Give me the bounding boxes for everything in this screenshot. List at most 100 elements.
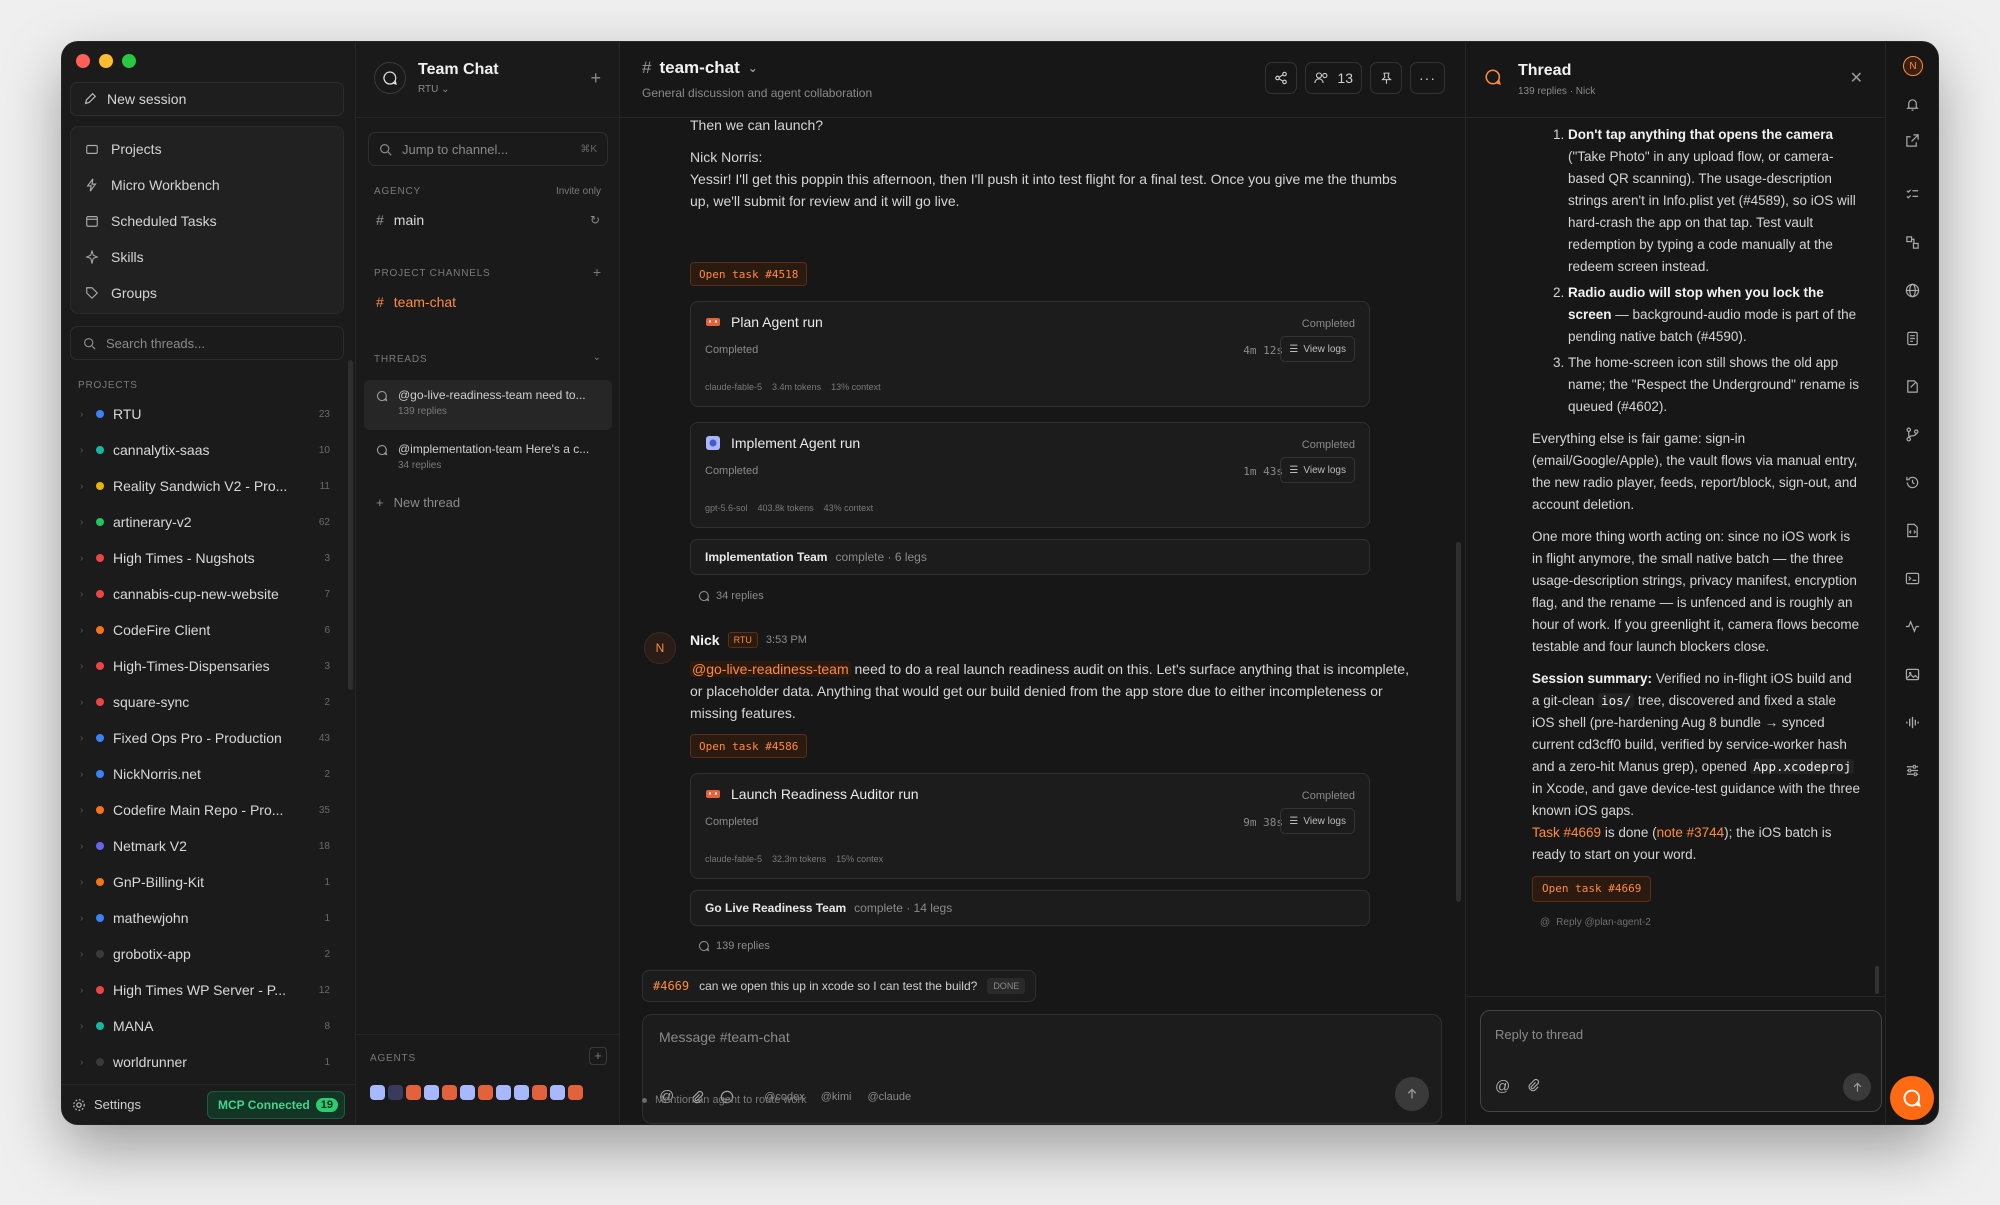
- project-item[interactable]: › Fixed Ops Pro - Production 43: [70, 720, 344, 756]
- chevron-down-icon[interactable]: ⌄: [593, 352, 601, 363]
- settings-link[interactable]: Settings: [94, 1097, 141, 1112]
- chevron-right-icon[interactable]: ›: [80, 481, 92, 492]
- refresh-icon[interactable]: ↻: [590, 213, 600, 227]
- project-item[interactable]: › NickNorris.net 2: [70, 756, 344, 792]
- project-item[interactable]: › grobotix-app 2: [70, 936, 344, 972]
- agent-avatar[interactable]: [550, 1085, 565, 1100]
- thread-item[interactable]: @implementation-team Here's a c... 34 re…: [364, 434, 612, 484]
- thread-item[interactable]: @go-live-readiness-team need to... 139 r…: [364, 380, 612, 430]
- add-channel-icon[interactable]: +: [593, 264, 601, 280]
- send-reply-button[interactable]: [1843, 1073, 1871, 1101]
- project-item[interactable]: › RTU 23: [70, 396, 344, 432]
- chevron-right-icon[interactable]: ›: [80, 949, 92, 960]
- close-icon[interactable]: ✕: [1850, 68, 1863, 88]
- nav-item-skills[interactable]: Skills: [71, 239, 343, 275]
- chat-fab-button[interactable]: [1890, 1076, 1934, 1120]
- chevron-right-icon[interactable]: ›: [80, 769, 92, 780]
- project-item[interactable]: › cannalytix-saas 10: [70, 432, 344, 468]
- share-button[interactable]: [1265, 62, 1298, 94]
- chevron-right-icon[interactable]: ›: [80, 877, 92, 888]
- document-icon[interactable]: [1902, 328, 1922, 348]
- replies-link[interactable]: 139 replies: [698, 940, 770, 952]
- team-summary[interactable]: Go Live Readiness Team complete · 14 leg…: [690, 890, 1370, 926]
- task-link[interactable]: Task #4669: [1532, 825, 1601, 840]
- user-avatar[interactable]: N: [1903, 56, 1923, 76]
- paperclip-icon[interactable]: [1526, 1078, 1540, 1095]
- replies-link[interactable]: 34 replies: [698, 590, 764, 602]
- open-task-button[interactable]: Open task #4586: [690, 734, 808, 758]
- at-icon[interactable]: @: [1495, 1078, 1510, 1095]
- project-item[interactable]: › CodeFire Client 6: [70, 612, 344, 648]
- close-window-button[interactable]: [76, 54, 90, 68]
- nav-item-micro-workbench[interactable]: Micro Workbench: [71, 167, 343, 203]
- maximize-window-button[interactable]: [122, 54, 136, 68]
- project-item[interactable]: › MANA 8: [70, 1008, 344, 1044]
- gear-icon[interactable]: [72, 1098, 86, 1112]
- chevron-right-icon[interactable]: ›: [80, 517, 92, 528]
- project-item[interactable]: › Codefire Main Repo - Pro... 35: [70, 792, 344, 828]
- chat-scrollbar[interactable]: [1456, 542, 1461, 902]
- agent-avatar[interactable]: [424, 1085, 439, 1100]
- chevron-right-icon[interactable]: ›: [80, 445, 92, 456]
- project-item[interactable]: › square-sync 2: [70, 684, 344, 720]
- project-item[interactable]: › cannabis-cup-new-website 7: [70, 576, 344, 612]
- image-icon[interactable]: [1902, 664, 1922, 684]
- agent-mention[interactable]: @go-live-readiness-team: [690, 661, 851, 677]
- nodes-icon[interactable]: [1902, 232, 1922, 252]
- chevron-right-icon[interactable]: ›: [80, 985, 92, 996]
- project-item[interactable]: › artinerary-v2 62: [70, 504, 344, 540]
- pin-button[interactable]: [1370, 62, 1402, 94]
- channel-item-team-chat[interactable]: # team-chat: [368, 286, 608, 318]
- mcp-status-badge[interactable]: MCP Connected 19: [206, 1091, 345, 1119]
- new-session-button[interactable]: New session: [70, 82, 344, 116]
- view-logs-button[interactable]: ☰ View logs: [1280, 336, 1355, 362]
- git-branch-icon[interactable]: [1902, 424, 1922, 444]
- sliders-icon[interactable]: [1902, 760, 1922, 780]
- chevron-right-icon[interactable]: ›: [80, 1057, 92, 1068]
- send-button[interactable]: [1395, 1077, 1429, 1111]
- chevron-right-icon[interactable]: ›: [80, 553, 92, 564]
- chevron-right-icon[interactable]: ›: [80, 661, 92, 672]
- nav-item-projects[interactable]: Projects: [71, 131, 343, 167]
- avatar[interactable]: N: [644, 632, 676, 664]
- agent-avatar[interactable]: [442, 1085, 457, 1100]
- project-item[interactable]: › High-Times-Dispensaries 3: [70, 648, 344, 684]
- members-button[interactable]: 13: [1305, 62, 1362, 94]
- agent-avatar[interactable]: [460, 1085, 475, 1100]
- mention-chip-claude[interactable]: @claude: [867, 1091, 911, 1103]
- chevron-right-icon[interactable]: ›: [80, 733, 92, 744]
- file-code-icon[interactable]: [1902, 520, 1922, 540]
- chevron-right-icon[interactable]: ›: [80, 625, 92, 636]
- checklist-icon[interactable]: [1902, 184, 1922, 204]
- project-item[interactable]: › Reality Sandwich V2 - Pro... 11: [70, 468, 344, 504]
- chevron-right-icon[interactable]: ›: [80, 913, 92, 924]
- chevron-right-icon[interactable]: ›: [80, 805, 92, 816]
- project-item[interactable]: › GnP-Billing-Kit 1: [70, 864, 344, 900]
- terminal-icon[interactable]: [1902, 568, 1922, 588]
- project-item[interactable]: › Netmark V2 18: [70, 828, 344, 864]
- chevron-right-icon[interactable]: ›: [80, 697, 92, 708]
- add-icon[interactable]: +: [590, 68, 601, 89]
- view-logs-button[interactable]: ☰ View logs: [1280, 808, 1355, 834]
- minimize-window-button[interactable]: [99, 54, 113, 68]
- chevron-right-icon[interactable]: ›: [80, 841, 92, 852]
- jump-to-channel-input[interactable]: Jump to channel... ⌘K: [368, 132, 608, 166]
- add-agent-icon[interactable]: +: [589, 1047, 607, 1065]
- audio-wave-icon[interactable]: [1902, 712, 1922, 732]
- agent-avatar[interactable]: [478, 1085, 493, 1100]
- author-name[interactable]: Nick: [690, 632, 720, 648]
- chevron-right-icon[interactable]: ›: [80, 589, 92, 600]
- message-composer[interactable]: Message #team-chat @ @codex @kimi @claud…: [642, 1014, 1442, 1124]
- mention-chip-kimi[interactable]: @kimi: [821, 1091, 852, 1103]
- open-task-button[interactable]: Open task #4669: [1532, 876, 1652, 902]
- nav-item-groups[interactable]: Groups: [71, 275, 343, 311]
- channel-item-main[interactable]: # main ↻: [368, 204, 608, 236]
- agent-avatar[interactable]: [514, 1085, 529, 1100]
- channel-title[interactable]: # team-chat ⌄: [642, 58, 758, 78]
- notes-icon[interactable]: [1902, 376, 1922, 396]
- new-thread-button[interactable]: + New thread: [368, 486, 608, 518]
- agent-avatar[interactable]: [568, 1085, 583, 1100]
- chevron-right-icon[interactable]: ›: [80, 409, 92, 420]
- open-task-button[interactable]: Open task #4518: [690, 262, 808, 286]
- thread-scrollbar[interactable]: [1875, 966, 1879, 994]
